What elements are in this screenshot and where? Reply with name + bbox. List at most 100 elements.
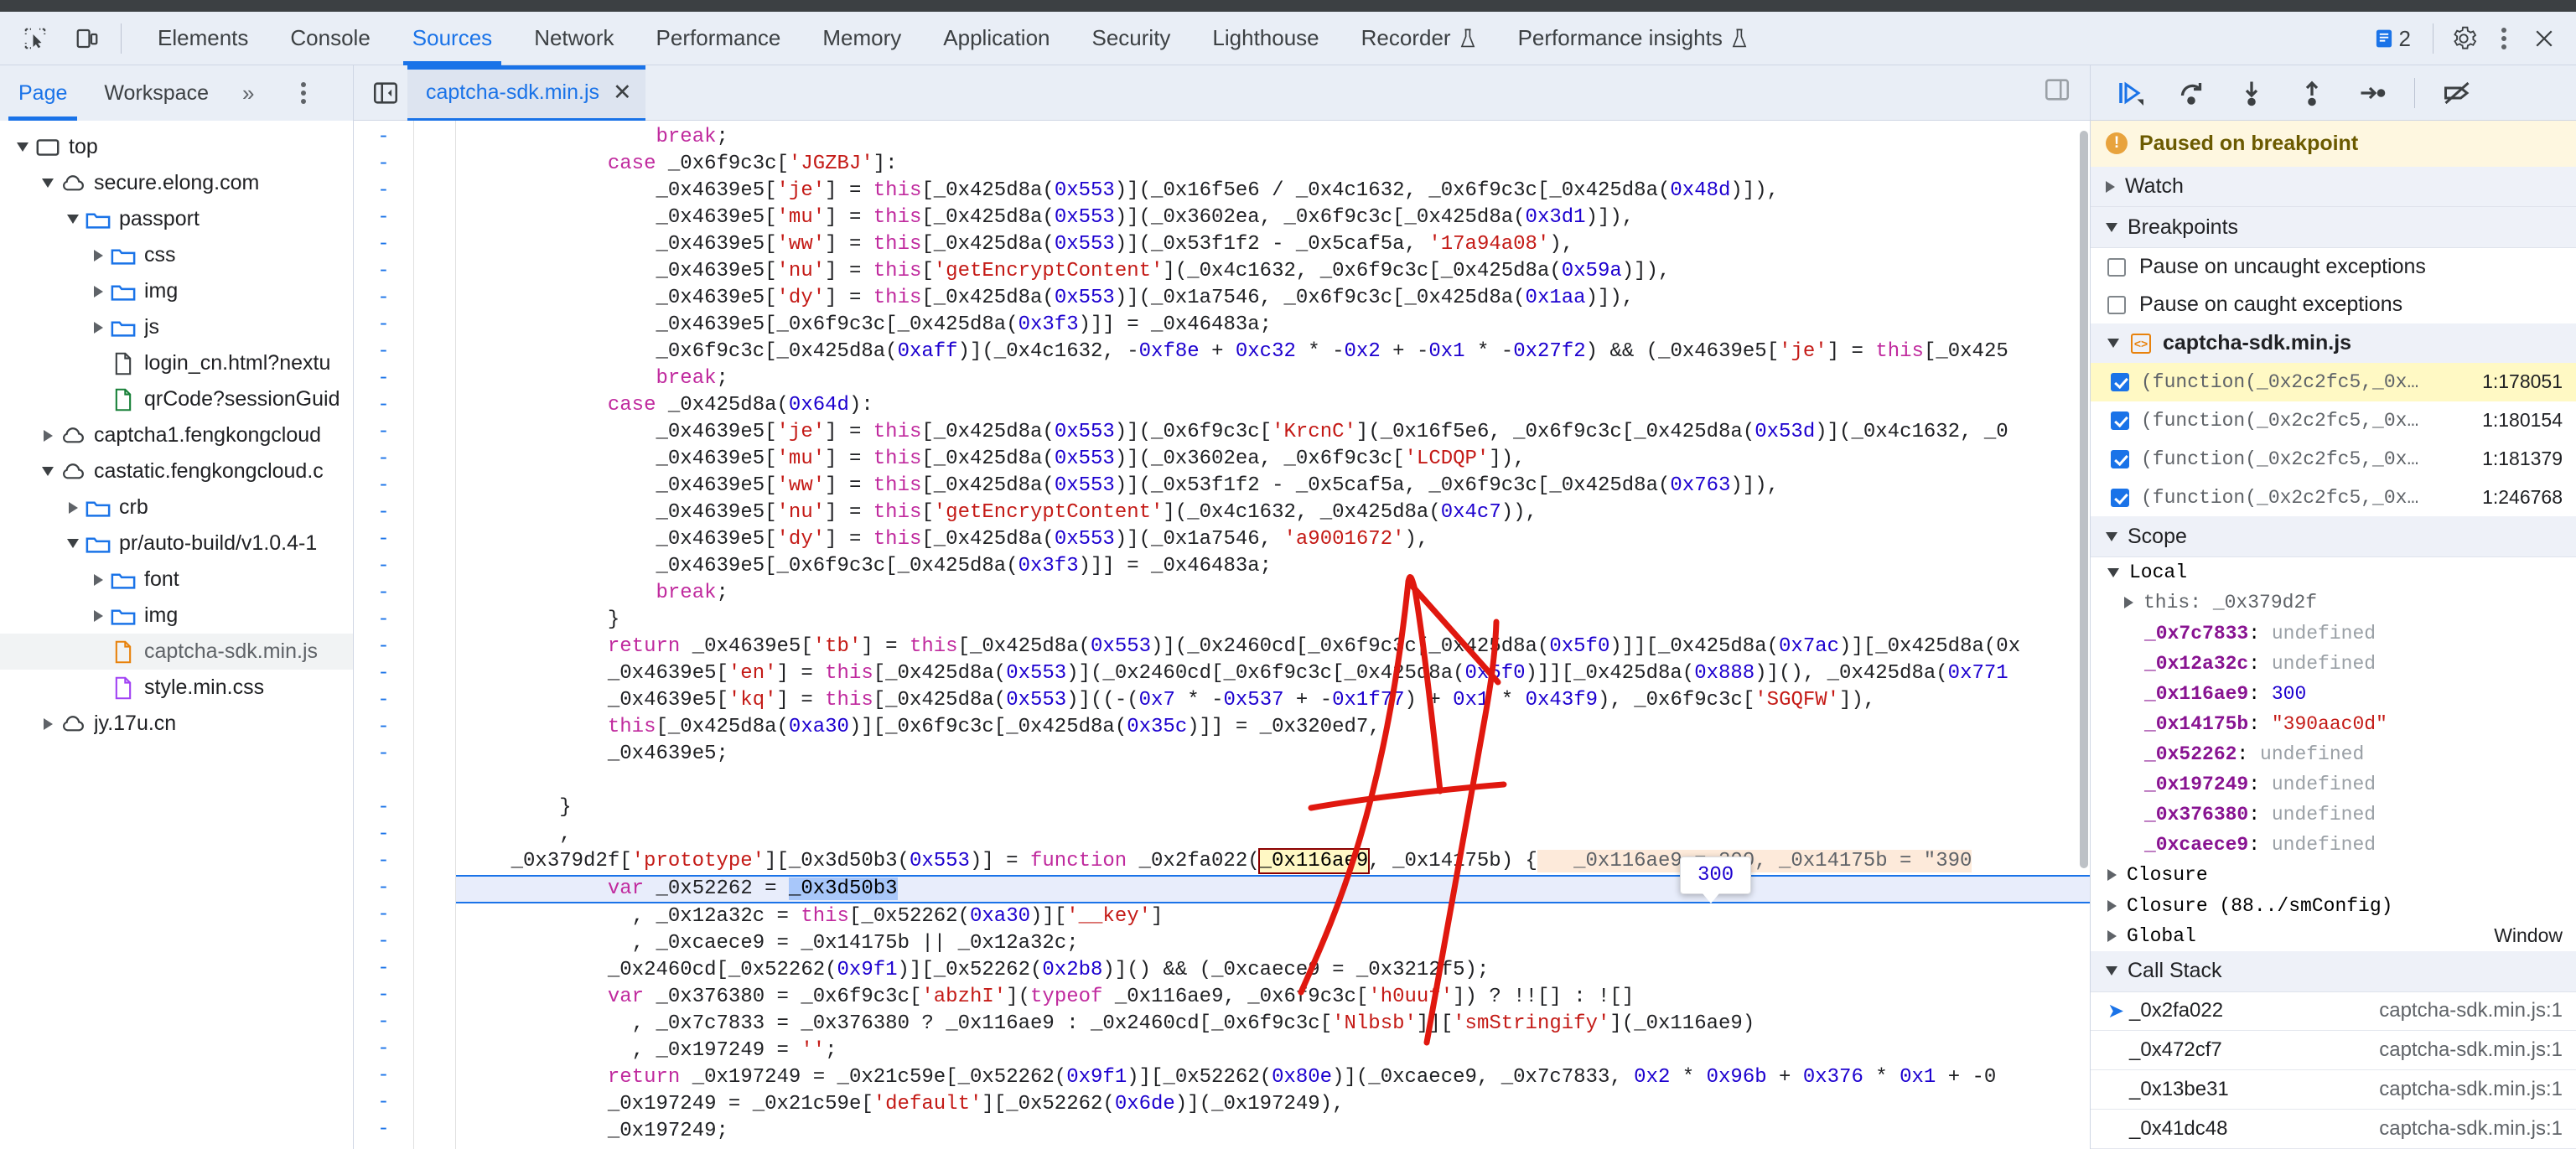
gutter-marker[interactable]: -: [354, 526, 413, 553]
tree-item-captcha1-fengkongcloud[interactable]: captcha1.fengkongcloud: [0, 417, 353, 453]
code-line[interactable]: break;: [456, 365, 2090, 392]
gutter-marker[interactable]: -: [354, 929, 413, 955]
twisty-down-icon[interactable]: [62, 539, 84, 548]
resume-icon[interactable]: [2112, 75, 2149, 111]
show-navigator-icon[interactable]: [364, 79, 407, 107]
code-line[interactable]: _0x4639e5['en'] = this[_0x425d8a(0x553)]…: [456, 660, 2090, 687]
pause-on-uncaught-exceptions-option[interactable]: Pause on uncaught exceptions: [2091, 248, 2576, 286]
code-content[interactable]: break; case _0x6f9c3c['JGZBJ']: _0x4639e…: [456, 121, 2090, 1149]
tree-item-img[interactable]: img: [0, 273, 353, 309]
gutter-marker[interactable]: -: [354, 258, 413, 285]
code-line[interactable]: , _0x12a32c = this[_0x52262(0xa30)]['__k…: [456, 903, 2090, 930]
gutter-marker[interactable]: -: [354, 1089, 413, 1116]
kebab-menu-icon[interactable]: [2485, 20, 2522, 57]
twisty-right-icon[interactable]: [87, 609, 109, 622]
tab-console[interactable]: Console: [269, 12, 391, 65]
gutter-marker[interactable]: [354, 768, 413, 794]
callstack-row[interactable]: _0x13be31 captcha-sdk.min.js:1: [2091, 1070, 2576, 1110]
gutter-marker[interactable]: -: [354, 634, 413, 660]
code-line[interactable]: [456, 1145, 2090, 1149]
gutter-marker[interactable]: -: [354, 312, 413, 339]
code-line[interactable]: _0x4639e5[_0x6f9c3c[_0x425d8a(0x3f3)]] =…: [456, 312, 2090, 339]
gutter-marker[interactable]: -: [354, 231, 413, 258]
gutter-marker[interactable]: -: [354, 875, 413, 902]
gutter-marker[interactable]: -: [354, 392, 413, 419]
scope-var-this[interactable]: this: _0x379d2f: [2091, 587, 2576, 618]
scope-section-header[interactable]: Scope: [2091, 516, 2576, 558]
device-toolbar-icon[interactable]: [69, 20, 106, 57]
code-line[interactable]: break;: [456, 580, 2090, 607]
code-line[interactable]: , _0x197249 = '';: [456, 1038, 2090, 1064]
gutter-marker[interactable]: -: [354, 365, 413, 392]
editor-vertical-scrollbar[interactable]: [2080, 131, 2088, 868]
code-line[interactable]: _0x4639e5[_0x6f9c3c[_0x425d8a(0x3f3)]] =…: [456, 553, 2090, 580]
breakpoint-row[interactable]: (function(_0x2c2fc5,_0x… 1:180154: [2091, 401, 2576, 440]
tab-recorder[interactable]: Recorder: [1340, 12, 1497, 65]
scope-local-group[interactable]: Local: [2091, 557, 2576, 587]
tab-lighthouse[interactable]: Lighthouse: [1191, 12, 1340, 65]
deactivate-breakpoints-icon[interactable]: [2439, 75, 2475, 111]
tab-performance-insights[interactable]: Performance insights: [1497, 12, 1769, 65]
gutter-marker[interactable]: [354, 1143, 413, 1149]
code-line[interactable]: var _0x376380 = _0x6f9c3c['abzhI'](typeo…: [456, 984, 2090, 1011]
code-line-paused[interactable]: var _0x52262 = _0x3d50b3: [456, 875, 2090, 903]
code-line[interactable]: }: [456, 607, 2090, 634]
code-line[interactable]: _0x4639e5['je'] = this[_0x425d8a(0x553)]…: [456, 178, 2090, 204]
close-icon[interactable]: [2526, 20, 2563, 57]
twisty-down-icon[interactable]: [37, 179, 59, 188]
gutter-marker[interactable]: -: [354, 687, 413, 714]
gutter-marker[interactable]: -: [354, 982, 413, 1009]
twisty-right-icon[interactable]: [2107, 929, 2117, 942]
callstack-row[interactable]: _0x41dc48 captcha-sdk.min.js:1: [2091, 1110, 2576, 1149]
gear-icon[interactable]: [2445, 20, 2482, 57]
gutter-marker[interactable]: -: [354, 580, 413, 607]
gutter-marker[interactable]: -: [354, 553, 413, 580]
tab-network[interactable]: Network: [513, 12, 635, 65]
inspect-element-icon[interactable]: [17, 20, 54, 57]
console-message-badge[interactable]: 2: [2364, 26, 2421, 52]
gutter-marker[interactable]: -: [354, 285, 413, 312]
tab-memory[interactable]: Memory: [801, 12, 922, 65]
tree-item-pr-auto-build[interactable]: pr/auto-build/v1.0.4-1: [0, 525, 353, 562]
tree-item-crb[interactable]: crb: [0, 489, 353, 525]
code-line[interactable]: _0x4639e5['nu'] = this['getEncryptConten…: [456, 258, 2090, 285]
code-line[interactable]: _0x4639e5['je'] = this[_0x425d8a(0x553)]…: [456, 419, 2090, 446]
code-line[interactable]: case _0x425d8a(0x64d):: [456, 392, 2090, 419]
twisty-down-icon[interactable]: [2107, 339, 2119, 349]
gutter-marker[interactable]: -: [354, 1116, 413, 1143]
tree-item-login-cn-html[interactable]: login_cn.html?nextu: [0, 345, 353, 381]
gutter-marker[interactable]: -: [354, 124, 413, 151]
gutter-marker[interactable]: -: [354, 151, 413, 178]
tree-item-font[interactable]: font: [0, 562, 353, 598]
watch-section-header[interactable]: Watch: [2091, 166, 2576, 208]
code-line[interactable]: ,: [456, 821, 2090, 848]
code-line[interactable]: _0x197249 = _0x21c59e['default'][_0x5226…: [456, 1091, 2090, 1118]
scope-closure-group[interactable]: Closure: [2091, 860, 2576, 890]
gutter-marker[interactable]: -: [354, 499, 413, 526]
gutter-marker[interactable]: -: [354, 741, 413, 768]
navigator-tab-workspace[interactable]: Workspace: [86, 65, 227, 121]
code-line[interactable]: _0x2460cd[_0x52262(0x9f1)][_0x52262(0x2b…: [456, 957, 2090, 984]
code-line[interactable]: _0x4639e5['dy'] = this[_0x425d8a(0x553)]…: [456, 526, 2090, 553]
code-line[interactable]: _0x4639e5['mu'] = this[_0x425d8a(0x553)]…: [456, 446, 2090, 473]
step-icon[interactable]: [2354, 75, 2391, 111]
gutter-marker[interactable]: -: [354, 607, 413, 634]
tree-item-style-min-css[interactable]: style.min.css: [0, 670, 353, 706]
tree-item-css[interactable]: css: [0, 237, 353, 273]
tree-item-passport[interactable]: passport: [0, 201, 353, 237]
checkbox[interactable]: [2107, 257, 2126, 277]
code-line[interactable]: case _0x6f9c3c['JGZBJ']:: [456, 151, 2090, 178]
code-line[interactable]: _0x379d2f['prototype'][_0x3d50b3(0x553)]…: [456, 848, 2090, 875]
code-line[interactable]: return _0x197249 = _0x21c59e[_0x52262(0x…: [456, 1064, 2090, 1091]
gutter-marker[interactable]: -: [354, 660, 413, 687]
gutter-marker[interactable]: -: [354, 1036, 413, 1063]
twisty-down-icon[interactable]: [2106, 966, 2117, 976]
code-line[interactable]: _0x4639e5['ww'] = this[_0x425d8a(0x553)]…: [456, 473, 2090, 499]
twisty-down-icon[interactable]: [2107, 567, 2119, 577]
twisty-down-icon[interactable]: [37, 467, 59, 476]
twisty-right-icon[interactable]: [2107, 869, 2117, 882]
code-line[interactable]: _0x197249;: [456, 1118, 2090, 1145]
collapse-sidebar-icon[interactable]: [2043, 75, 2071, 108]
scope-var-row[interactable]: _0x14175b: "390aac0d": [2091, 709, 2576, 739]
twisty-down-icon[interactable]: [2106, 531, 2117, 541]
